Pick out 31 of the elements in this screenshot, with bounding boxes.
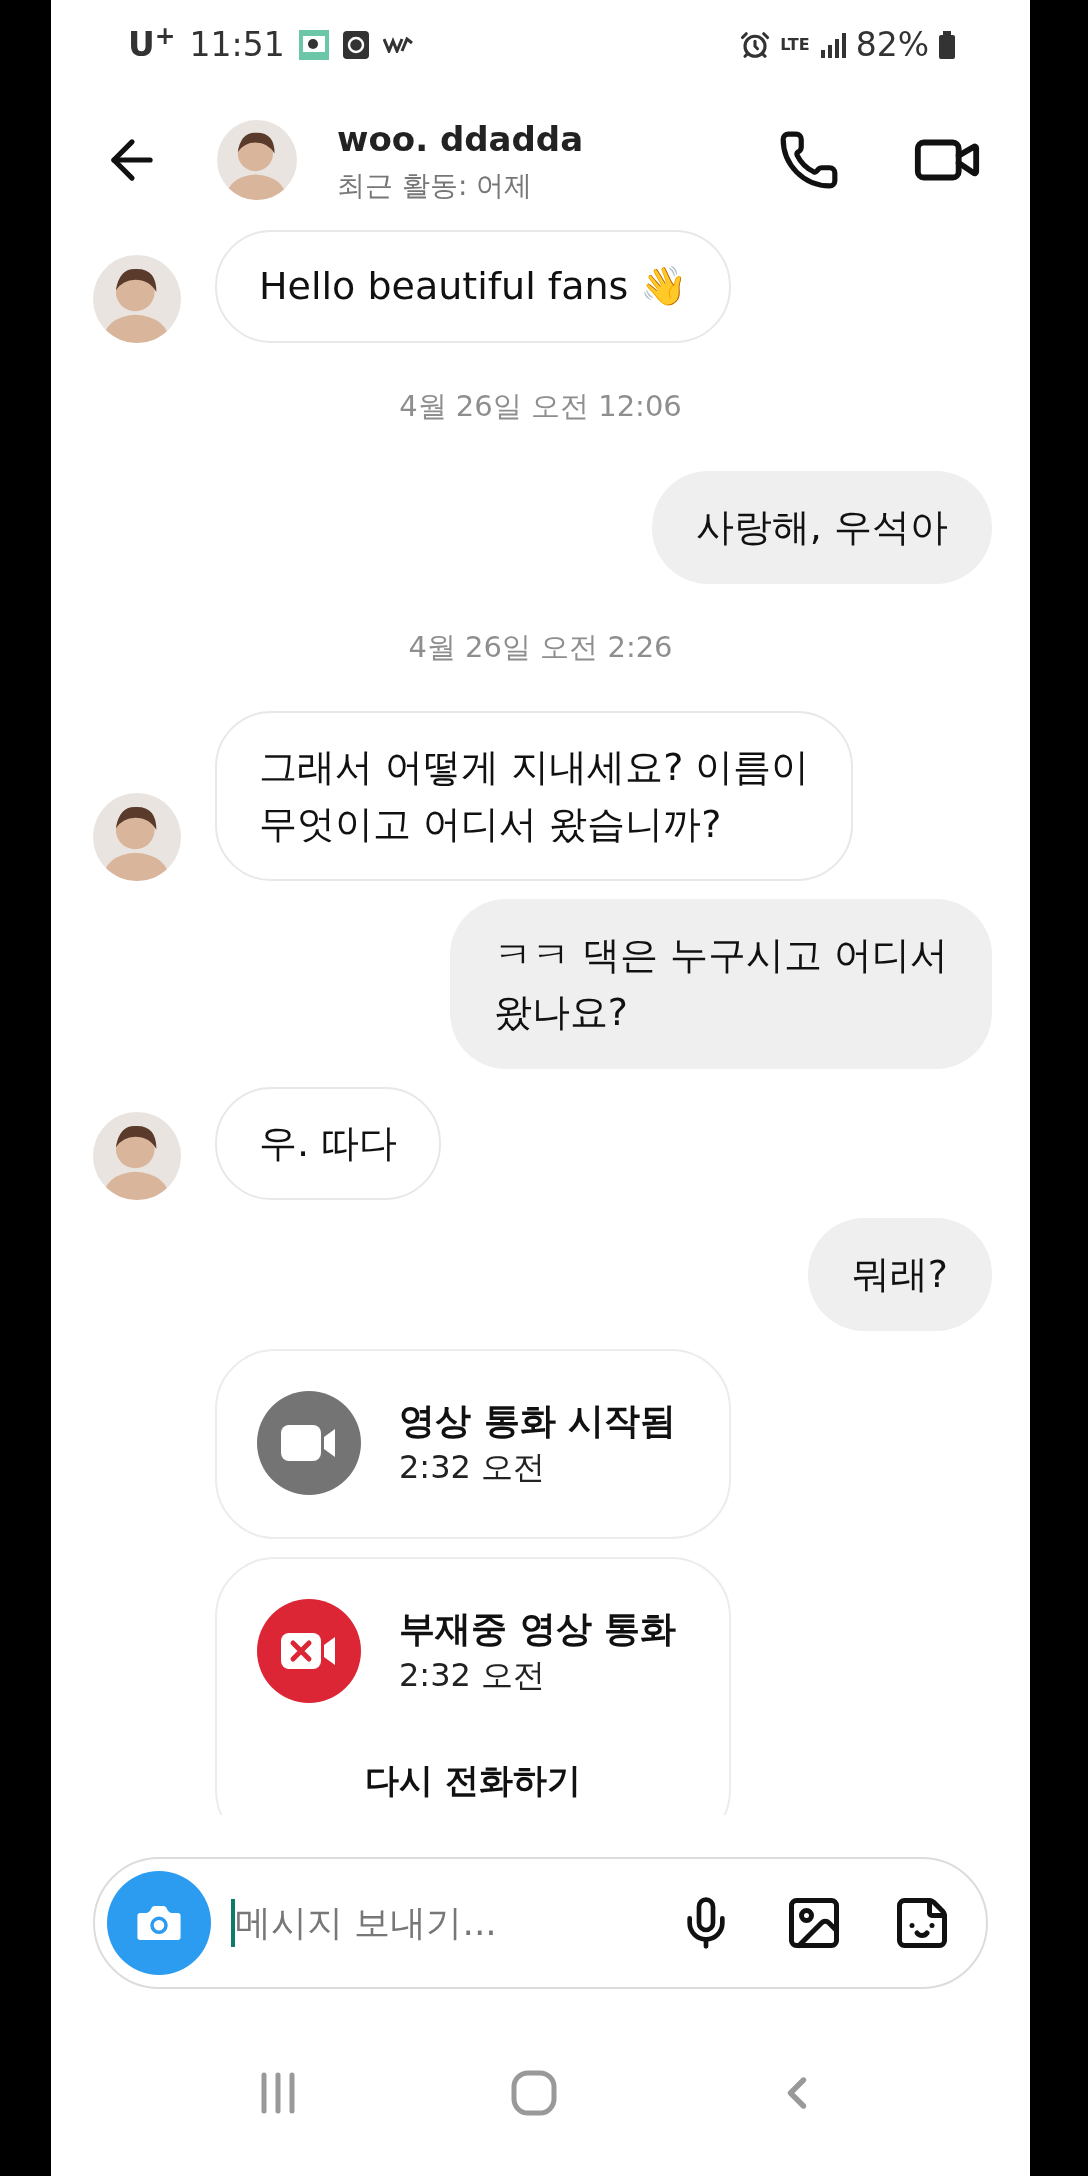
notification-icon (298, 30, 329, 60)
activity-status: 최근 활동: 어제 (337, 167, 534, 204)
battery-icon (939, 31, 955, 59)
home-button[interactable] (511, 2070, 558, 2116)
message-bubble: 사랑해, 우석아 (651, 470, 992, 584)
phone-icon (778, 129, 840, 191)
clock-notification-icon (342, 31, 369, 59)
clock: 11:51 (189, 24, 285, 67)
timestamp: 4월 26일 오전 12:06 (399, 388, 682, 425)
message-bubble: Hello beautiful fans 👋 (215, 230, 732, 343)
home-icon (511, 2070, 558, 2116)
message-composer[interactable]: 메시지 보내기... (93, 1856, 988, 1989)
alarm-icon (740, 30, 771, 60)
message-bubble: ㅋㅋ 댁은 누구시고 어디서 왔나요? (449, 899, 992, 1069)
battery-percent: 82% (855, 24, 929, 67)
network-type: LTE (780, 37, 810, 53)
call-time: 2:32 오전 (399, 1446, 547, 1488)
message-bubble: 그래서 어떻게 지내세요? 이름이 무엇이고 어디서 왔습니까? (215, 711, 854, 881)
message-field[interactable]: 메시지 보내기... (235, 1895, 678, 1950)
carrier: U$^{+}$ (128, 20, 176, 67)
call-time: 2:32 오전 (399, 1654, 547, 1696)
message-bubble: 우. 따다 (215, 1087, 442, 1200)
app-notification-icon (382, 37, 413, 53)
contact-name: woo. ddadda (337, 117, 584, 161)
call-back-button[interactable]: 다시 전화하기 (365, 1755, 581, 1806)
message-bubble: 뭐래? (807, 1218, 992, 1331)
text-cursor (231, 1898, 235, 1947)
call-title: 부재중 영상 통화 (399, 1607, 677, 1652)
signal-icon (819, 32, 846, 58)
call-title: 영상 통화 시작됨 (399, 1399, 677, 1444)
timestamp: 4월 26일 오전 2:26 (408, 628, 673, 666)
